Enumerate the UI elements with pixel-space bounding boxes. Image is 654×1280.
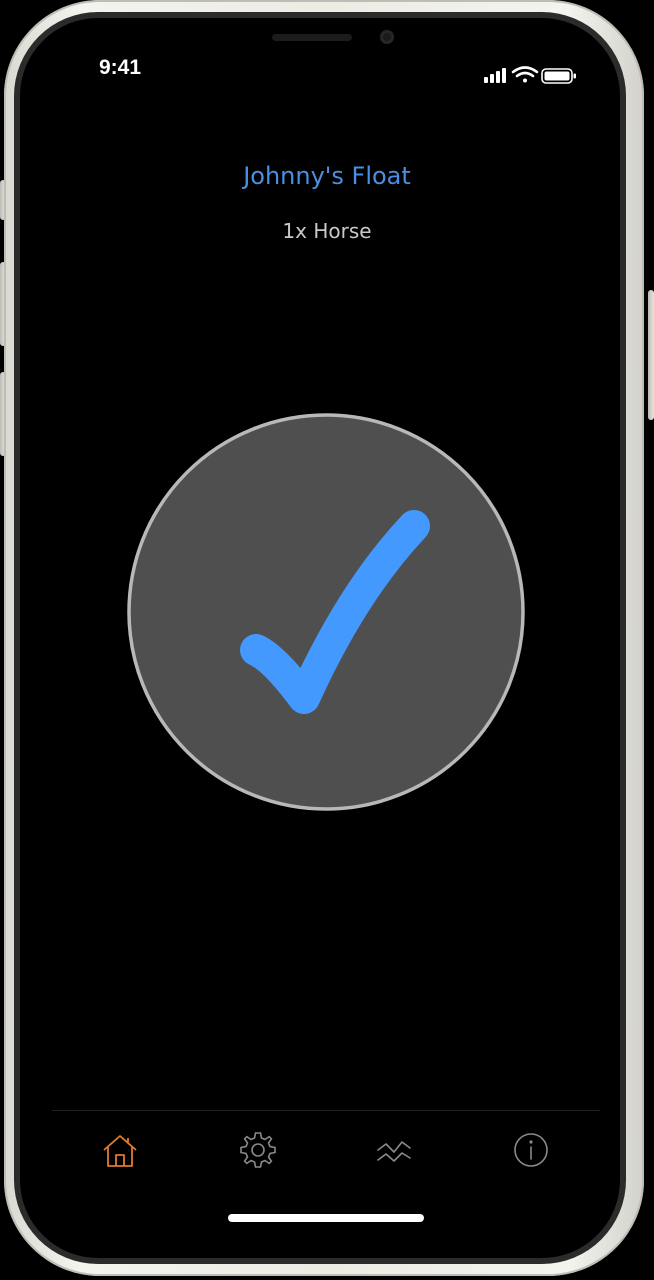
battery-icon — [541, 68, 576, 84]
info-icon — [514, 1133, 548, 1167]
earpiece-speaker — [272, 34, 352, 41]
front-camera — [380, 30, 394, 44]
power-button — [648, 290, 654, 420]
home-icon — [103, 1135, 137, 1167]
tab-stats[interactable] — [368, 1124, 420, 1176]
page-title: Johnny's Float — [243, 162, 411, 190]
wifi-icon — [511, 66, 539, 83]
status-time: 9:41 — [98, 56, 142, 79]
tab-info[interactable] — [505, 1124, 557, 1176]
home-indicator[interactable] — [228, 1214, 424, 1222]
status-icons — [480, 64, 580, 88]
tab-bar-divider — [52, 1110, 600, 1111]
cellular-signal-icon — [484, 68, 506, 83]
tab-home[interactable] — [94, 1124, 146, 1176]
gear-icon — [240, 1132, 276, 1168]
page-subtitle: 1x Horse — [282, 219, 372, 243]
app-screen: 9:41 Johnny's Float 1x Horse — [0, 0, 654, 1280]
chart-trend-icon — [377, 1141, 411, 1162]
status-circle — [127, 413, 525, 811]
status-check-button[interactable] — [126, 412, 526, 812]
tab-settings[interactable] — [232, 1124, 284, 1176]
